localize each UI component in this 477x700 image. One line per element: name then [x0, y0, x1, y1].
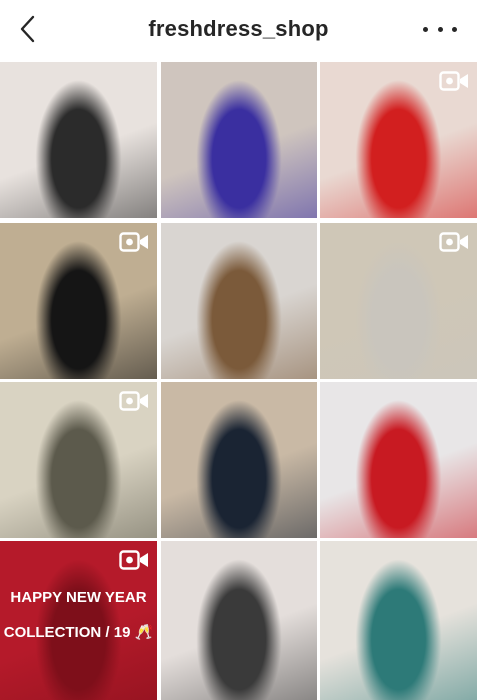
post-image: [320, 541, 477, 700]
post-thumbnail[interactable]: [161, 62, 317, 218]
post-image: [161, 382, 317, 538]
video-camera-icon: [439, 71, 468, 91]
video-camera-icon: [119, 391, 148, 411]
post-thumbnail[interactable]: [320, 62, 477, 218]
post-image: [161, 62, 317, 218]
post-caption-line-1: HAPPY NEW YEAR: [10, 589, 147, 606]
post-thumbnail[interactable]: [320, 382, 477, 538]
post-thumbnail[interactable]: [161, 382, 317, 538]
profile-header: freshdress_shop: [0, 0, 477, 62]
post-thumbnail[interactable]: [320, 223, 477, 379]
post-image: [161, 541, 317, 700]
video-camera-icon: [119, 550, 148, 570]
post-thumbnail[interactable]: [0, 62, 157, 218]
post-thumbnail[interactable]: [161, 223, 317, 379]
post-image: [0, 62, 157, 218]
more-options-button[interactable]: [423, 18, 457, 40]
profile-username: freshdress_shop: [148, 16, 329, 41]
post-image: [320, 382, 477, 538]
post-caption-line-2: COLLECTION / 19 🥂: [3, 624, 154, 641]
video-camera-icon: [119, 232, 148, 252]
more-horizontal-icon: [423, 26, 428, 32]
post-thumbnail[interactable]: [0, 223, 157, 379]
post-thumbnail[interactable]: [161, 541, 317, 700]
post-image: [161, 223, 317, 379]
video-camera-icon: [439, 232, 468, 252]
post-thumbnail[interactable]: [0, 382, 157, 538]
post-thumbnail[interactable]: [320, 541, 477, 700]
post-thumbnail[interactable]: HAPPY NEW YEAR COLLECTION / 19 🥂: [0, 541, 157, 700]
posts-grid: HAPPY NEW YEAR COLLECTION / 19 🥂: [0, 62, 477, 700]
